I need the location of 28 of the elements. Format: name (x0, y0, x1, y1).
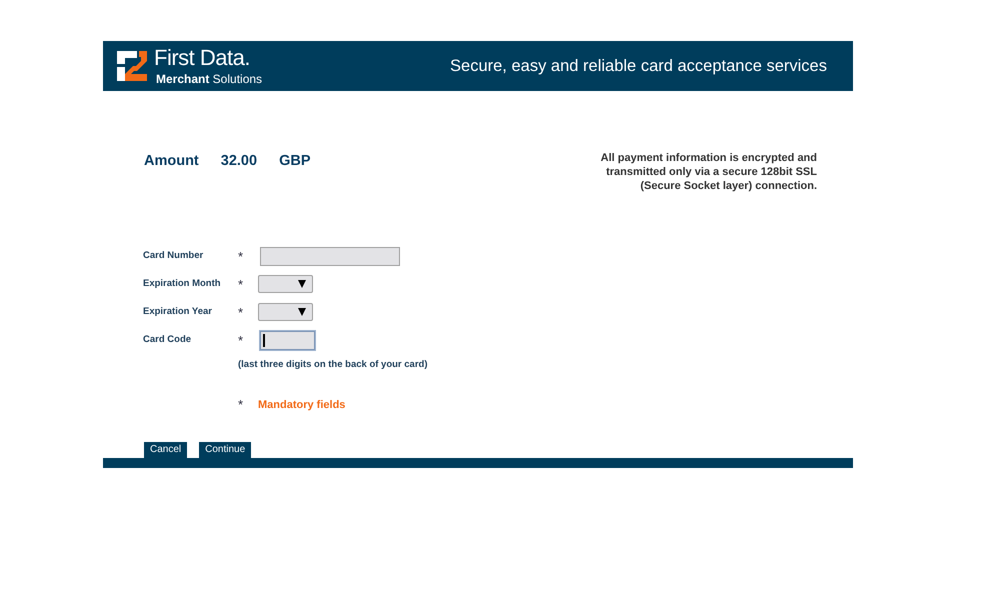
brand-name: First Data. (154, 47, 251, 69)
continue-button[interactable]: Continue (199, 442, 252, 458)
text-cursor (263, 334, 265, 346)
cancel-button[interactable]: Cancel (144, 442, 188, 458)
mandatory-note: Mandatory fields (258, 398, 346, 414)
caret-icon (298, 280, 306, 288)
amount-value: 32.00 (220, 152, 258, 171)
amount-label: Amount (144, 152, 199, 171)
caret-icon (298, 308, 306, 316)
required-marker: * (238, 248, 244, 266)
required-marker: * (238, 332, 244, 350)
tagline: Secure, easy and reliable card acceptance services (450, 56, 827, 77)
logo-icon (117, 51, 147, 81)
required-marker: * (238, 396, 244, 414)
hint-link[interactable]: (last three digits on the back of your card) (238, 358, 428, 372)
input-field[interactable] (260, 330, 315, 350)
field-label: Card Code (143, 332, 192, 347)
security-note: All payment information is encrypted and transmitted only via a secure 128bit SSL (Secure Socket layer) connection. (600, 151, 817, 193)
required-marker: * (238, 304, 244, 322)
brand-subtitle: Merchant Solutions (156, 73, 262, 85)
field-label: Card Number (143, 248, 204, 263)
field-label: Expiration Month (143, 276, 222, 291)
required-marker: * (238, 276, 244, 294)
input-field[interactable] (260, 246, 400, 266)
dropdown[interactable] (258, 275, 313, 293)
currency: GBP (279, 152, 310, 171)
field-label: Expiration Year (143, 304, 213, 319)
dropdown[interactable] (258, 303, 313, 321)
